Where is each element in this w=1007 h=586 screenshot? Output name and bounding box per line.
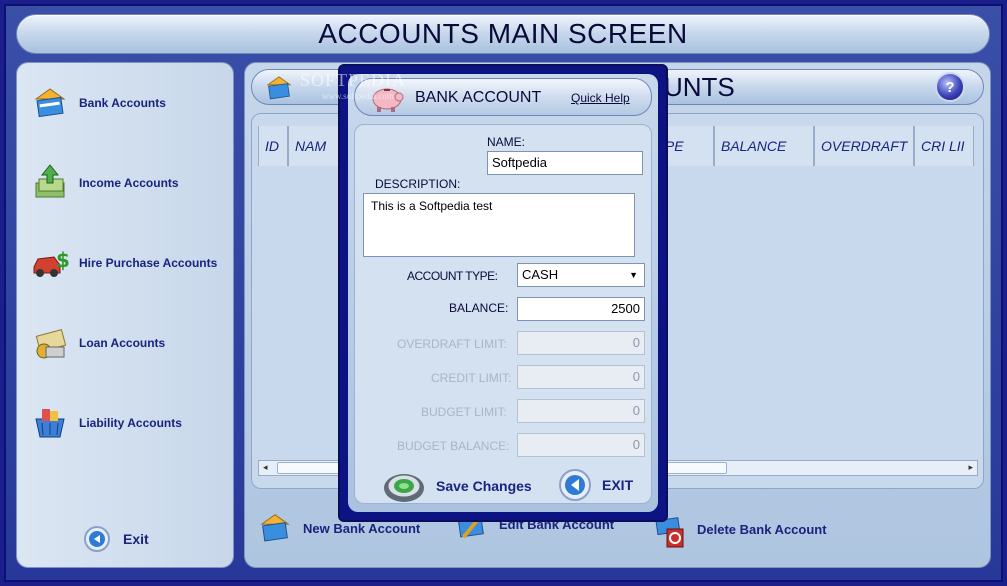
bank-card-icon bbox=[266, 76, 292, 100]
back-arrow-icon bbox=[559, 469, 591, 501]
overdraft-limit-label: OVERDRAFT LIMIT: bbox=[397, 337, 507, 351]
dropdown-arrow-icon[interactable]: ▼ bbox=[629, 270, 638, 280]
budget-limit-field: 0 bbox=[517, 399, 645, 423]
bank-account-form: NAME: Softpedia DESCRIPTION: This is a S… bbox=[354, 124, 652, 504]
column-header[interactable]: CRI LII bbox=[914, 126, 974, 166]
bank-card-icon bbox=[27, 80, 73, 126]
budget-balance-field: 0 bbox=[517, 433, 645, 457]
column-header[interactable]: ID bbox=[258, 126, 288, 166]
watermark-sub: www.softpedia.com bbox=[322, 91, 394, 101]
scroll-right-icon[interactable]: ▸ bbox=[968, 462, 973, 473]
overdraft-limit-field: 0 bbox=[517, 331, 645, 355]
column-header[interactable]: BALANCE bbox=[714, 126, 814, 166]
sidebar-item-bank-accounts[interactable]: Bank Accounts bbox=[27, 79, 227, 127]
budget-balance-label: BUDGET BALANCE: bbox=[397, 439, 510, 453]
credit-limit-field: 0 bbox=[517, 365, 645, 389]
quick-help-link[interactable]: Quick Help bbox=[571, 91, 630, 105]
sidebar-item-liability-accounts[interactable]: Liability Accounts bbox=[27, 399, 227, 447]
watermark-main: SOFTPEDIA bbox=[300, 70, 407, 90]
back-arrow-icon bbox=[84, 526, 110, 552]
dialog-exit-label: EXIT bbox=[602, 477, 634, 493]
column-header[interactable]: OVERDRAFT bbox=[814, 126, 914, 166]
help-button[interactable]: ? bbox=[935, 72, 965, 102]
description-field[interactable]: This is a Softpedia test bbox=[363, 193, 635, 257]
account-type-label: ACCOUNT TYPE: bbox=[407, 269, 498, 283]
dialog-body: BANK ACCOUNT Quick Help NAME: Softpedia … bbox=[348, 74, 658, 512]
watermark: SOFTPEDIA www.softpedia.com bbox=[300, 70, 406, 101]
income-money-icon bbox=[27, 160, 73, 206]
car-dollar-icon: $ bbox=[27, 240, 73, 286]
bank-card-icon bbox=[260, 514, 290, 542]
sidebar-item-hire-purchase-accounts[interactable]: $ Hire Purchase Accounts bbox=[27, 239, 227, 287]
sidebar: Bank Accounts Income Accounts $ Hire Pur… bbox=[16, 62, 234, 568]
balance-field[interactable]: 2500 bbox=[517, 297, 645, 321]
account-type-select[interactable]: CASH ▼ bbox=[517, 263, 645, 287]
content-title: UNTS bbox=[664, 72, 735, 102]
save-disc-icon bbox=[384, 474, 424, 502]
svg-text:$: $ bbox=[56, 248, 70, 272]
account-type-value: CASH bbox=[522, 267, 559, 282]
dialog-exit-button[interactable]: EXIT bbox=[558, 468, 633, 502]
sidebar-item-income-accounts[interactable]: Income Accounts bbox=[27, 159, 227, 207]
scroll-left-icon[interactable]: ◂ bbox=[263, 462, 268, 473]
exit-label: Exit bbox=[123, 531, 149, 547]
bank-account-dialog: BANK ACCOUNT Quick Help NAME: Softpedia … bbox=[338, 64, 668, 522]
sidebar-item-loan-accounts[interactable]: Loan Accounts bbox=[27, 319, 227, 367]
name-field[interactable]: Softpedia bbox=[487, 151, 643, 175]
shopping-basket-icon bbox=[27, 400, 73, 446]
new-bank-account-label: New Bank Account bbox=[303, 520, 421, 536]
sidebar-item-label: Income Accounts bbox=[79, 176, 179, 190]
question-icon: ? bbox=[945, 78, 955, 96]
delete-bank-account-label: Delete Bank Account bbox=[697, 521, 827, 537]
name-label: NAME: bbox=[487, 135, 526, 149]
sidebar-item-label: Liability Accounts bbox=[79, 416, 182, 430]
credit-limit-label: CREDIT LIMIT: bbox=[431, 371, 512, 385]
sidebar-item-label: Loan Accounts bbox=[79, 336, 166, 350]
save-changes-button[interactable]: Save Changes bbox=[382, 466, 532, 506]
balance-label: BALANCE: bbox=[449, 301, 509, 315]
sidebar-item-label: Hire Purchase Accounts bbox=[79, 256, 218, 270]
loan-money-icon bbox=[27, 320, 73, 366]
main-title-bar: ACCOUNTS MAIN SCREEN bbox=[16, 14, 990, 54]
sidebar-item-label: Bank Accounts bbox=[79, 96, 166, 110]
dialog-title: BANK ACCOUNT bbox=[415, 89, 542, 106]
budget-limit-label: BUDGET LIMIT: bbox=[421, 405, 507, 419]
description-label: DESCRIPTION: bbox=[375, 177, 461, 191]
sidebar-exit-button[interactable]: Exit bbox=[83, 525, 149, 553]
save-changes-label: Save Changes bbox=[436, 478, 532, 494]
delete-bank-account-button[interactable]: Delete Bank Account bbox=[649, 509, 827, 549]
main-title: ACCOUNTS MAIN SCREEN bbox=[318, 18, 688, 49]
